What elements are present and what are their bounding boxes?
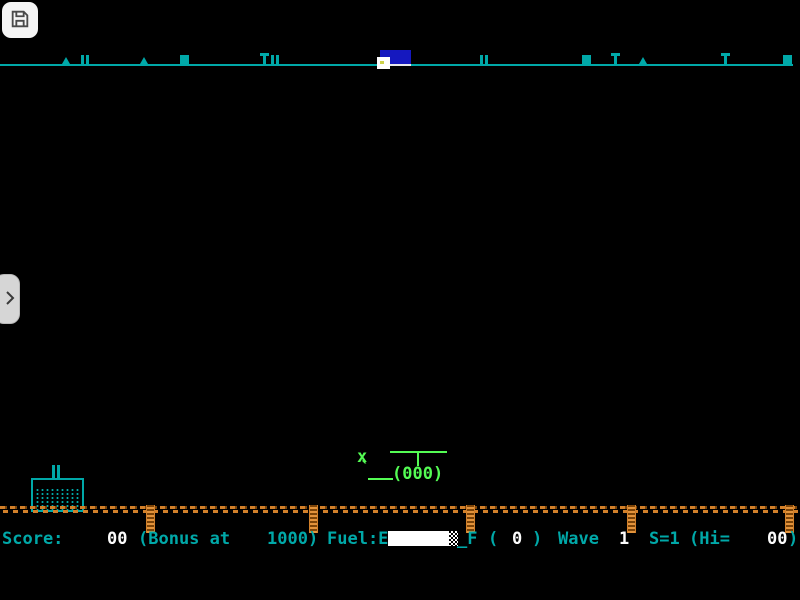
status-segment: ( <box>488 530 498 549</box>
fuel-gauge-fill <box>388 531 449 546</box>
status-segment: 0 <box>512 530 522 549</box>
floppy-disk-icon <box>9 8 31 33</box>
helicopter-tail: ` <box>360 460 370 478</box>
status-segment: 00 <box>107 530 127 549</box>
status-segment: Score: <box>2 530 63 549</box>
helicopter-body: (000) <box>392 465 443 483</box>
radar-icon-square <box>582 55 591 64</box>
radar-icon-tee <box>611 53 620 64</box>
status-segment: _F <box>457 530 477 549</box>
radar-icon-pillars <box>480 55 488 64</box>
radar-player-dot <box>380 61 384 64</box>
radar-viewport-line <box>390 64 411 66</box>
status-segment: (Bonus at <box>138 530 230 549</box>
radar-icon-tee <box>721 53 730 64</box>
radar-icon-triangle <box>639 57 647 64</box>
status-segment: 00 <box>767 530 787 549</box>
radar-icon-triangle <box>140 57 148 64</box>
ground-strip <box>0 506 800 514</box>
game-screen[interactable]: x ` (000) Score:00(Bonus at1000)Fuel:E_F… <box>0 0 800 600</box>
depot-chimney <box>52 465 55 479</box>
save-button[interactable] <box>2 2 38 38</box>
status-segment: ) <box>788 530 798 549</box>
status-segment: Wave <box>558 530 599 549</box>
status-segment: 1000) <box>267 530 318 549</box>
status-segment: ) <box>532 530 542 549</box>
status-segment: (Hi= <box>689 530 730 549</box>
radar-icon-triangle <box>62 57 70 64</box>
radar-icon-pillars <box>271 55 279 64</box>
fuel-gauge-dither <box>449 531 458 546</box>
depot-chimney <box>57 465 60 479</box>
status-segment: 1 <box>619 530 629 549</box>
helicopter-tail-boom <box>368 478 393 480</box>
radar-icon-pillars <box>81 55 89 64</box>
radar-icon-tee <box>260 53 269 64</box>
emulator-stage: x ` (000) Score:00(Bonus at1000)Fuel:E_F… <box>0 0 800 600</box>
radar-icon-square <box>180 55 189 64</box>
chevron-right-icon <box>4 290 16 309</box>
status-segment: S=1 <box>649 530 680 549</box>
radar-icon-square <box>783 55 792 64</box>
sidebar-toggle-button[interactable] <box>0 274 20 324</box>
status-segment: Fuel:E <box>327 530 388 549</box>
